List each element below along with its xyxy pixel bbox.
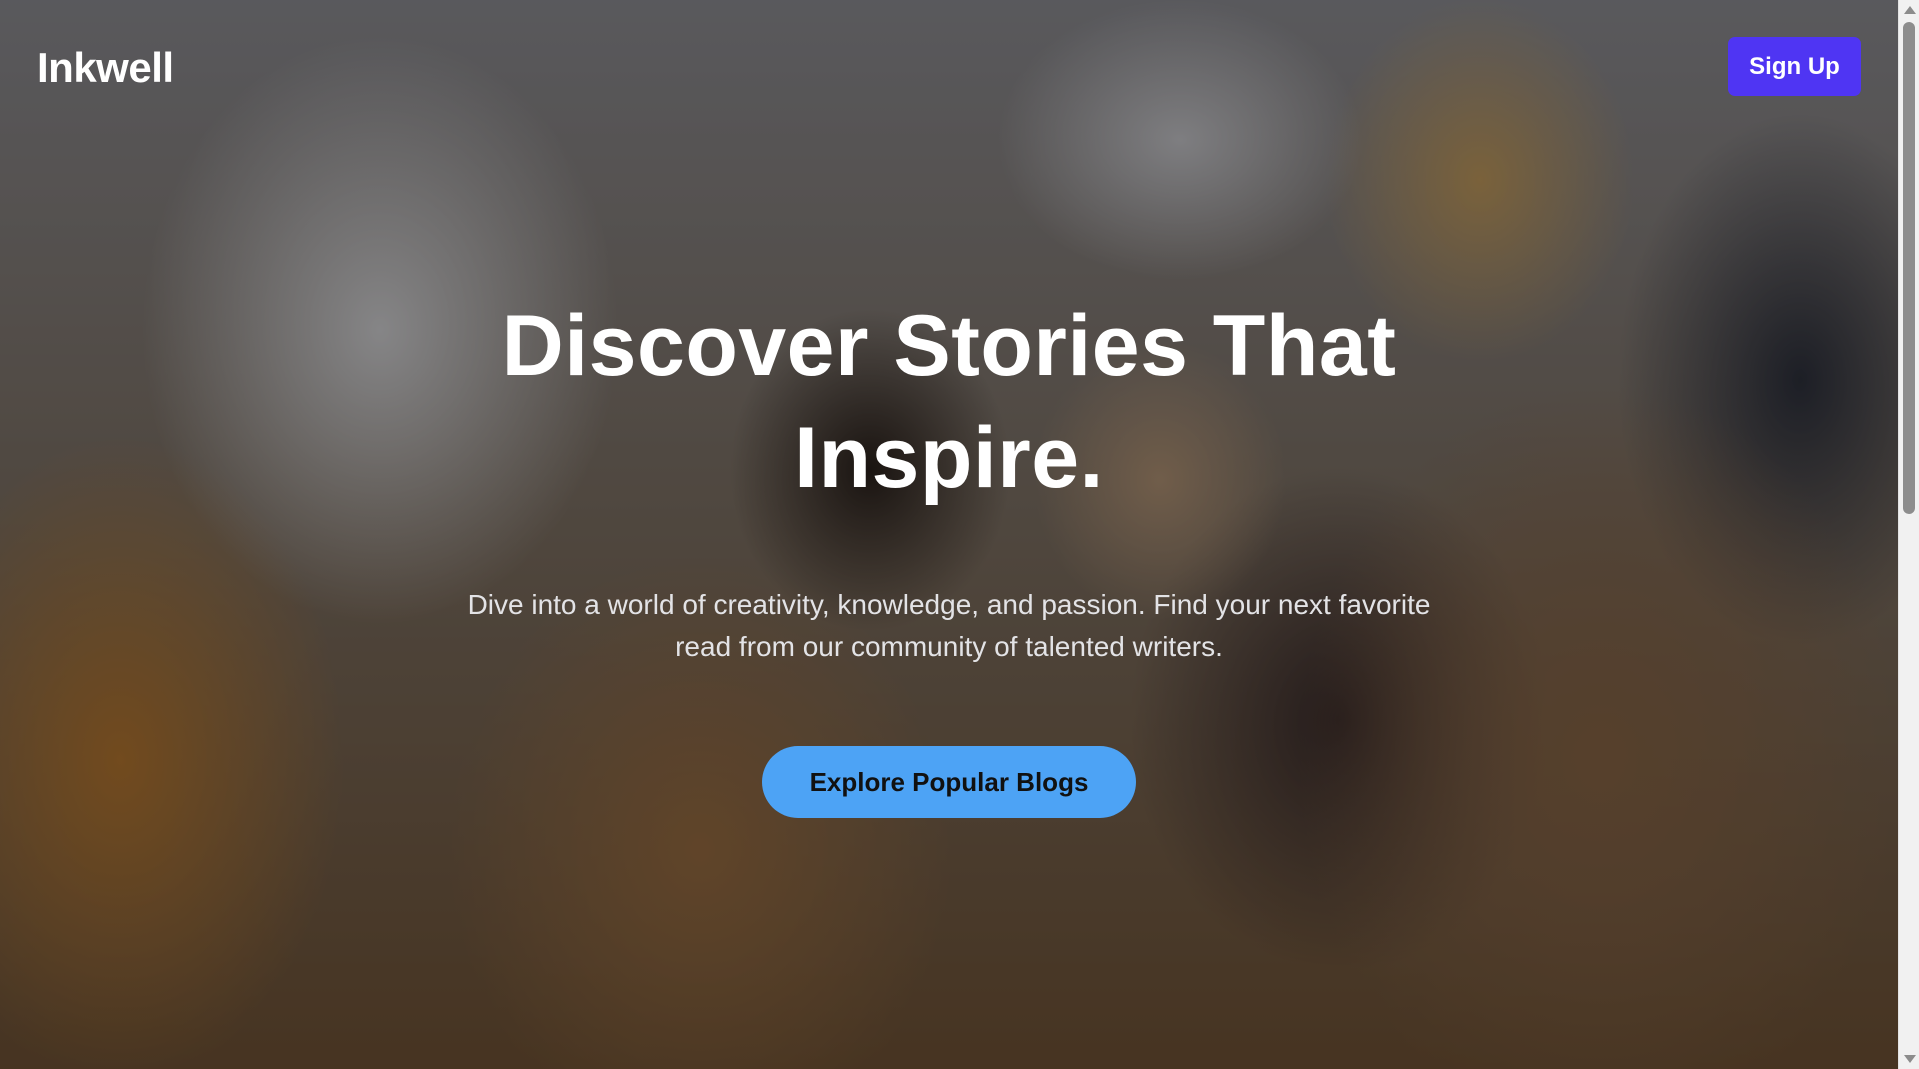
- vertical-scrollbar[interactable]: [1898, 0, 1919, 1069]
- hero-subtitle: Dive into a world of creativity, knowled…: [429, 584, 1469, 668]
- scrollbar-thumb[interactable]: [1903, 22, 1915, 514]
- explore-popular-blogs-button[interactable]: Explore Popular Blogs: [762, 746, 1136, 818]
- hero-subtitle-line-1: Dive into a world of creativity, knowled…: [467, 589, 1431, 620]
- sign-up-button[interactable]: Sign Up: [1728, 37, 1861, 96]
- hero-title: Discover Stories That Inspire.: [449, 290, 1449, 514]
- hero-section: Discover Stories That Inspire. Dive into…: [0, 290, 1898, 818]
- scroll-up-arrow-icon[interactable]: [1904, 6, 1916, 14]
- hero-title-line-1: Discover Stories That: [501, 298, 1397, 394]
- hero-title-line-2: Inspire.: [794, 410, 1104, 506]
- hero-subtitle-line-2: read from our community of talented writ…: [675, 631, 1223, 662]
- page-viewport: Inkwell Sign Up Discover Stories That In…: [0, 0, 1919, 1069]
- top-navigation: Inkwell Sign Up: [0, 0, 1898, 140]
- site-logo[interactable]: Inkwell: [37, 44, 174, 92]
- scroll-down-arrow-icon[interactable]: [1904, 1055, 1916, 1063]
